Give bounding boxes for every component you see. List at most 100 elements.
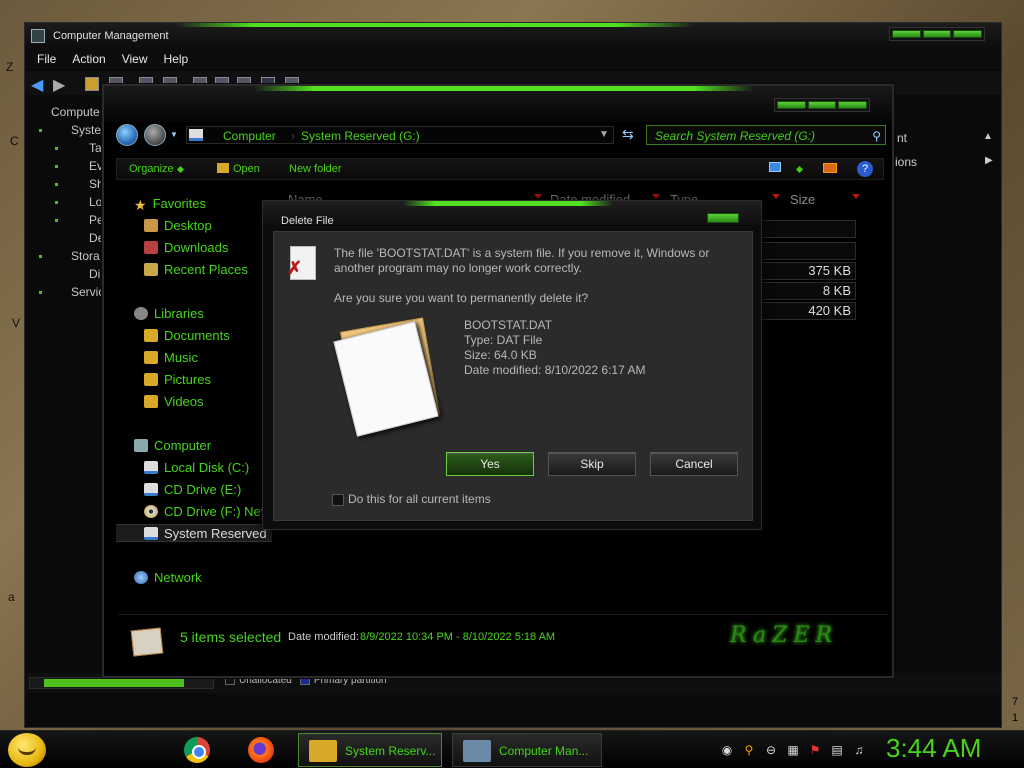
network-icon [134,571,148,584]
recent-pages-dropdown[interactable]: ▼ [170,130,178,139]
firefox-icon[interactable] [248,737,274,763]
drive-icon [144,527,158,540]
folder-icon[interactable] [85,77,99,91]
tree-item-task-scheduler[interactable]: Ta [89,141,102,155]
view-dropdown-icon[interactable] [793,163,804,175]
clock[interactable]: 3:44 AM [886,733,981,764]
skip-button[interactable]: Skip [548,452,636,476]
cancel-button[interactable]: Cancel [650,452,738,476]
nav-documents[interactable]: Documents [144,328,230,343]
tree-item-local-users[interactable]: Lo [89,195,102,209]
preview-pane-icon[interactable] [823,163,837,173]
back-button[interactable] [116,124,138,146]
address-row: ▼ Computer › System Reserved (G:) ▼ ⇆ Se… [114,122,890,148]
system-file-warning-icon: ✗ [287,246,316,280]
nav-favorites[interactable]: ★ Favorites [134,196,206,213]
apply-all-label[interactable]: Do this for all current items [348,492,491,507]
volume-icon[interactable]: ♫ [852,743,866,757]
cm-titlebar[interactable]: Computer Management [25,23,1001,49]
network-tray-icon[interactable]: ▤ [830,743,844,757]
actions-header[interactable]: nt [897,131,907,145]
nav-videos[interactable]: Videos [144,394,204,409]
forward-button[interactable] [144,124,166,146]
nav-system-reserved[interactable]: System Reserved [144,526,267,541]
menu-action[interactable]: Action [66,49,111,69]
nav-local-disk-c[interactable]: Local Disk (C:) [144,460,249,475]
taskbar-computer-management-button[interactable]: Computer Man... [452,733,602,767]
nav-desktop[interactable]: Desktop [144,218,212,233]
breadcrumb-system-reserved[interactable]: System Reserved (G:) [301,129,420,143]
chevron-up-icon[interactable]: ▲ [983,131,993,142]
nav-downloads[interactable]: Downloads [144,240,228,255]
chrome-icon[interactable] [184,737,210,763]
delete-file-dialog[interactable]: Delete File ✗ The file 'BOOTSTAT.DAT' is… [262,200,762,530]
start-button[interactable] [8,733,46,767]
minimize-button[interactable] [777,101,806,109]
dialog-body: ✗ The file 'BOOTSTAT.DAT' is a system fi… [273,231,753,521]
desktop-edge-text: a [8,590,15,604]
sort-arrow-icon [534,194,542,199]
nav-cd-drive-e[interactable]: CD Drive (E:) [144,482,241,497]
back-arrow-icon[interactable]: ◀ [31,75,43,95]
drive-icon [144,483,158,496]
refresh-icon[interactable]: ⇆ [622,126,634,143]
nav-network[interactable]: Network [134,570,202,585]
taskbar-explorer-button[interactable]: System Reserv... [298,733,442,767]
breadcrumb-computer[interactable]: Computer [223,129,276,143]
sort-arrow-icon [652,194,660,199]
open-button[interactable]: Open [217,163,260,175]
tree-item-computer[interactable]: Compute [51,105,100,119]
help-icon[interactable]: ? [857,161,873,177]
cm-window-controls[interactable] [889,27,985,41]
explorer-titlebar[interactable] [104,86,892,122]
search-input[interactable]: Search System Reserved (G:) ⚲ [646,125,886,145]
nav-libraries[interactable]: Libraries [134,306,204,321]
chevron-right-icon[interactable]: ▶ [985,155,993,166]
minus-tray-icon[interactable]: ⊖ [764,743,778,757]
view-options-icon[interactable] [769,162,781,172]
file-size: Size: 64.0 KB [464,348,537,362]
apply-all-checkbox[interactable] [332,494,344,506]
search-icon[interactable]: ⚲ [872,129,881,143]
menu-file[interactable]: File [31,49,62,69]
nav-music[interactable]: Music [144,350,198,365]
search-tray-icon[interactable]: ⚲ [742,743,756,757]
tree-item-disk-management[interactable]: Di [89,267,100,281]
new-folder-button[interactable]: New folder [289,163,342,175]
tree-item-system-tools[interactable]: Syste [71,123,101,137]
display-tray-icon[interactable]: ▦ [786,743,800,757]
cm-title: Computer Management [53,30,169,42]
nav-cd-drive-f[interactable]: CD Drive (F:) Nev [144,504,267,519]
dialog-titlebar[interactable] [263,201,761,225]
menu-help[interactable]: Help [158,49,195,69]
minimize-button[interactable] [892,30,921,38]
cm-scrollbar[interactable] [29,677,214,689]
address-bar[interactable]: Computer › System Reserved (G:) ▼ [186,126,614,144]
tree-item-storage[interactable]: Stora [71,249,100,263]
maximize-button[interactable] [807,101,837,109]
maximize-button[interactable] [922,30,952,38]
address-dropdown-icon[interactable]: ▼ [599,129,609,140]
dialog-close-button[interactable] [707,213,739,223]
recent-places-icon [144,263,158,276]
drive-icon [189,129,203,141]
organize-button[interactable]: Organize [129,163,184,175]
computer-management-icon [463,740,491,762]
more-actions-item[interactable]: ions [895,155,917,169]
close-button[interactable] [953,30,983,38]
column-size[interactable]: Size [790,192,815,207]
videos-icon [144,395,158,408]
yes-button[interactable]: Yes [446,452,534,476]
forward-arrow-icon[interactable]: ▶ [53,75,65,95]
explorer-window-controls[interactable] [774,98,870,112]
cd-tray-icon[interactable]: ◉ [720,743,734,757]
nav-recent-places[interactable]: Recent Places [144,262,248,277]
tree-item-event-viewer[interactable]: Ev [89,159,103,173]
nav-computer[interactable]: Computer [134,438,211,453]
close-button[interactable] [838,101,868,109]
nav-pictures[interactable]: Pictures [144,372,211,387]
menu-view[interactable]: View [116,49,154,69]
tree-item-services[interactable]: Servic [71,285,104,299]
desktop-edge-text: C [10,134,19,148]
action-center-flag-icon[interactable]: ⚑ [808,743,822,757]
